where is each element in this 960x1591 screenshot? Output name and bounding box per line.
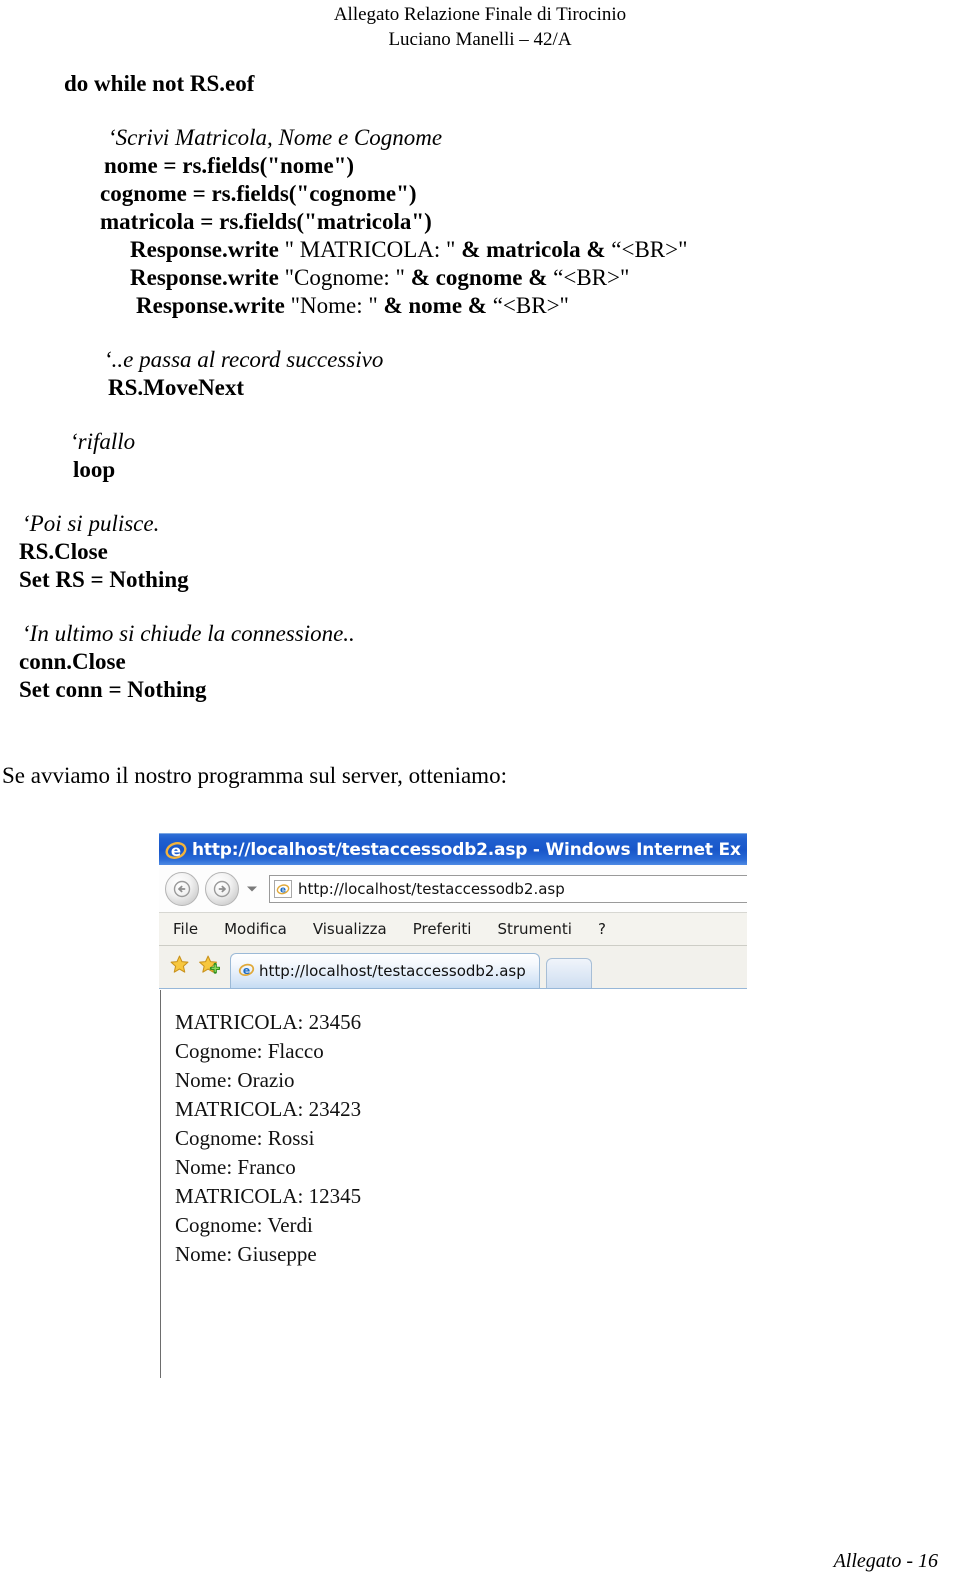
menu-item-file[interactable]: File (159, 920, 211, 938)
output-line: Cognome: Flacco (175, 1039, 324, 1063)
code-comment-passa: ‘..e passa al record successivo (104, 347, 384, 372)
forward-button[interactable] (205, 871, 239, 906)
menu-item-help[interactable]: ? (585, 920, 619, 938)
code-comment-rifallo: ‘rifallo (70, 429, 136, 454)
rw-cognome-br: “<BR>" (553, 265, 630, 290)
code-line-nome: nome = rs.fields("nome") (104, 153, 355, 178)
code-comment-connessione: ‘In ultimo si chiude la connessione.. (22, 621, 355, 646)
output-line: MATRICOLA: 23456 (175, 1010, 362, 1034)
code-line-response-write-matricola: Response.write " MATRICOLA: " & matricol… (0, 236, 960, 264)
code-listing: do while not RS.eof ‘Scrivi Matricola, N… (0, 70, 960, 790)
body-paragraph: Se avviamo il nostro programma sul serve… (2, 763, 507, 788)
header-line-2: Luciano Manelli – 42/A (388, 29, 572, 50)
output-line: MATRICOLA: 12345 (175, 1184, 362, 1208)
code-line-response-write-nome: Response.write "Nome: " & nome & “<BR>" (0, 292, 960, 320)
code-line-conn-close: conn.Close (19, 649, 126, 674)
browser-navigation-bar: e http://localhost/testaccessodb2.asp (159, 865, 747, 913)
code-line-loop: loop (73, 457, 116, 482)
code-line-rs-close: RS.Close (19, 539, 108, 564)
output-line: Cognome: Verdi (175, 1213, 313, 1237)
code-line-set-rs-nothing: Set RS = Nothing (19, 567, 189, 592)
favorites-toolbar (159, 945, 228, 988)
menu-item-modifica[interactable]: Modifica (211, 920, 300, 938)
rw-nome-literal: "Nome: " (290, 293, 378, 318)
menu-item-visualizza[interactable]: Visualizza (300, 920, 400, 938)
rw-cognome-literal: "Cognome: " (284, 265, 405, 290)
output-line: Nome: Orazio (175, 1068, 295, 1092)
rw-cognome-concat: & cognome & (404, 265, 554, 290)
address-bar[interactable]: e http://localhost/testaccessodb2.asp (269, 874, 747, 903)
address-bar-value: http://localhost/testaccessodb2.asp (298, 879, 565, 898)
code-line-matricola: matricola = rs.fields("matricola") (100, 209, 432, 234)
rw-matricola-call: Response.write (130, 237, 285, 262)
code-line-cognome: cognome = rs.fields("cognome") (100, 181, 417, 206)
tab-favicon-icon: e (238, 961, 255, 982)
svg-text:e: e (171, 842, 181, 860)
browser-new-tab-button[interactable] (546, 958, 592, 988)
output-line: MATRICOLA: 23423 (175, 1097, 362, 1121)
code-line-response-write-cognome: Response.write "Cognome: " & cognome & “… (0, 264, 960, 292)
code-line-do-while: do while not RS.eof (64, 71, 255, 96)
page-footer: Allegato - 16 (833, 1550, 938, 1572)
output-line: Nome: Franco (175, 1155, 296, 1179)
browser-title-text: http://localhost/testaccessodb2.asp - Wi… (192, 839, 741, 860)
browser-tab-active[interactable]: e http://localhost/testaccessodb2.asp (230, 953, 540, 988)
document-header: Allegato Relazione Finale di Tirocinio L… (0, 2, 960, 52)
favorites-center-star-icon[interactable] (169, 954, 190, 979)
browser-tab-bar: e http://localhost/testaccessodb2.asp (159, 946, 747, 989)
output-line: Nome: Giuseppe (175, 1242, 317, 1266)
internet-explorer-icon: e (165, 839, 187, 861)
header-line-1: Allegato Relazione Finale di Tirocinio (333, 4, 627, 25)
code-line-movenext: RS.MoveNext (108, 375, 245, 400)
code-comment-pulisce: ‘Poi si pulisce. (22, 511, 160, 536)
browser-tab-label: http://localhost/testaccessodb2.asp (259, 962, 526, 980)
recent-pages-chevron-down-icon[interactable] (243, 872, 261, 906)
rw-cognome-call: Response.write (130, 265, 285, 290)
browser-menu-bar: File Modifica Visualizza Preferiti Strum… (159, 913, 747, 946)
page-favicon-icon: e (274, 879, 292, 898)
rw-nome-br: “<BR>" (492, 293, 569, 318)
menu-item-strumenti[interactable]: Strumenti (484, 920, 584, 938)
back-button[interactable] (165, 871, 199, 906)
rw-nome-concat: & nome & (377, 293, 493, 318)
output-line: Cognome: Rossi (175, 1126, 315, 1150)
browser-title-bar: e http://localhost/testaccessodb2.asp - … (159, 833, 747, 865)
menu-item-preferiti[interactable]: Preferiti (400, 920, 485, 938)
browser-viewport: MATRICOLA: 23456 Cognome: Flacco Nome: O… (160, 990, 747, 1378)
rw-matricola-literal: " MATRICOLA: " (284, 237, 456, 262)
rw-matricola-concat: & matricola & (455, 237, 612, 262)
rw-matricola-br: “<BR>" (611, 237, 688, 262)
rw-nome-call: Response.write (136, 293, 291, 318)
svg-text:e: e (243, 963, 250, 976)
svg-text:e: e (280, 885, 286, 895)
code-line-set-conn-nothing: Set conn = Nothing (19, 677, 207, 702)
add-to-favorites-icon[interactable] (199, 954, 221, 979)
code-comment-scrivi: ‘Scrivi Matricola, Nome e Cognome (108, 125, 443, 150)
asp-page-output: MATRICOLA: 23456 Cognome: Flacco Nome: O… (161, 990, 747, 1269)
browser-window-screenshot: e http://localhost/testaccessodb2.asp - … (159, 833, 747, 1378)
